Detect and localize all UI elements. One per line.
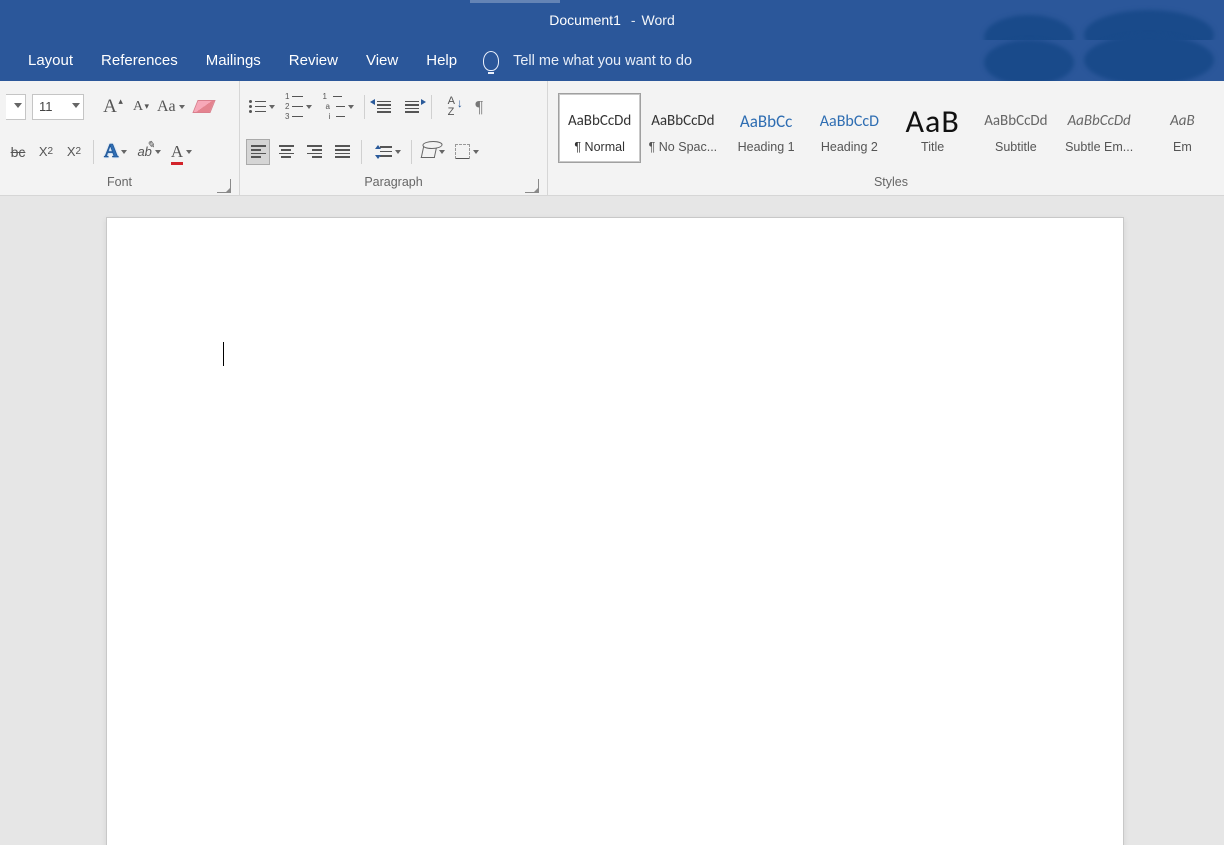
numbering-icon: 1 2 3 bbox=[285, 93, 303, 121]
group-label-paragraph: Paragraph bbox=[246, 171, 541, 195]
style-name: Em bbox=[1173, 140, 1192, 154]
group-paragraph: 1 2 3 1 a i bbox=[240, 81, 548, 195]
style-item[interactable]: AaBbCcDdSubtle Em... bbox=[1058, 93, 1141, 163]
style-preview: AaBbCc bbox=[740, 102, 792, 140]
divider bbox=[361, 140, 362, 164]
line-spacing-icon bbox=[372, 145, 392, 159]
font-size-combo[interactable]: 11 bbox=[32, 94, 84, 120]
strikethrough-button[interactable]: bc bbox=[6, 139, 30, 165]
clear-formatting-button[interactable] bbox=[192, 94, 216, 120]
style-item[interactable]: AaBbCcDdSubtitle bbox=[974, 93, 1057, 163]
eraser-icon bbox=[192, 100, 215, 113]
title-bar: Document1 - Word bbox=[0, 0, 1224, 40]
numbering-button[interactable]: 1 2 3 bbox=[282, 94, 315, 120]
tab-view[interactable]: View bbox=[352, 42, 412, 79]
shading-button[interactable] bbox=[419, 139, 448, 165]
group-font: 11 A A Aa bc X2 X2 A ab✎ A Font bbox=[0, 81, 240, 195]
paragraph-dialog-launcher[interactable] bbox=[525, 179, 539, 193]
pilcrow-icon: ¶ bbox=[475, 97, 483, 117]
app-name: Word bbox=[642, 12, 675, 28]
show-marks-button[interactable]: ¶ bbox=[467, 94, 491, 120]
grow-font-button[interactable]: A bbox=[98, 94, 122, 120]
font-name-combo[interactable] bbox=[6, 94, 26, 120]
font-size-value: 11 bbox=[39, 99, 53, 114]
sort-button[interactable]: A Z bbox=[439, 94, 463, 120]
align-center-button[interactable] bbox=[274, 139, 298, 165]
tab-help[interactable]: Help bbox=[412, 42, 471, 79]
ribbon-tabs: Layout References Mailings Review View H… bbox=[0, 40, 1224, 81]
group-label-font: Font bbox=[6, 171, 233, 195]
style-preview: AaBbCcDd bbox=[1067, 102, 1130, 140]
tab-layout[interactable]: Layout bbox=[14, 42, 87, 79]
styles-gallery[interactable]: AaBbCcDd¶ NormalAaBbCcDd¶ No Spac...AaBb… bbox=[558, 93, 1224, 165]
subscript-button[interactable]: X2 bbox=[34, 139, 58, 165]
divider bbox=[411, 140, 412, 164]
bullets-button[interactable] bbox=[246, 94, 278, 120]
style-name: Heading 2 bbox=[821, 140, 878, 154]
increase-indent-icon bbox=[405, 101, 419, 113]
tab-review[interactable]: Review bbox=[275, 42, 352, 79]
style-name: ¶ Normal bbox=[574, 140, 624, 154]
line-spacing-button[interactable] bbox=[369, 139, 404, 165]
decrease-indent-icon bbox=[377, 101, 391, 113]
group-label-styles: Styles bbox=[558, 171, 1224, 195]
tab-references[interactable]: References bbox=[87, 42, 192, 79]
document-area[interactable] bbox=[0, 196, 1224, 845]
tell-me-placeholder: Tell me what you want to do bbox=[513, 53, 692, 69]
style-item[interactable]: AaBbCcDHeading 2 bbox=[808, 93, 891, 163]
style-preview: AaBbCcDd bbox=[651, 102, 714, 140]
page[interactable] bbox=[106, 217, 1124, 845]
title-accent bbox=[470, 0, 770, 3]
style-item[interactable]: AaBTitle bbox=[891, 93, 974, 163]
ribbon: 11 A A Aa bc X2 X2 A ab✎ A Font bbox=[0, 81, 1224, 196]
tell-me-search[interactable]: Tell me what you want to do bbox=[483, 51, 692, 71]
align-left-button[interactable] bbox=[246, 139, 270, 165]
font-dialog-launcher[interactable] bbox=[217, 179, 231, 193]
style-item[interactable]: AaBbCcHeading 1 bbox=[725, 93, 808, 163]
align-center-icon bbox=[279, 145, 294, 157]
divider bbox=[364, 95, 365, 119]
superscript-button[interactable]: X2 bbox=[62, 139, 86, 165]
style-name: Heading 1 bbox=[738, 140, 795, 154]
style-preview: AaBbCcDd bbox=[984, 102, 1047, 140]
multilevel-icon: 1 a i bbox=[322, 93, 345, 121]
tab-mailings[interactable]: Mailings bbox=[192, 42, 275, 79]
align-right-icon bbox=[307, 145, 322, 157]
style-preview: AaB bbox=[1170, 102, 1195, 140]
style-preview: AaB bbox=[906, 102, 960, 140]
multilevel-list-button[interactable]: 1 a i bbox=[319, 94, 357, 120]
change-case-button[interactable]: Aa bbox=[154, 94, 188, 120]
sort-icon: A Z bbox=[448, 96, 455, 118]
style-name: ¶ No Spac... bbox=[649, 140, 718, 154]
borders-icon bbox=[455, 144, 470, 159]
decrease-indent-button[interactable] bbox=[372, 94, 396, 120]
divider bbox=[431, 95, 432, 119]
style-name: Subtle Em... bbox=[1065, 140, 1133, 154]
align-left-icon bbox=[251, 145, 266, 157]
bullets-icon bbox=[249, 100, 266, 113]
shrink-font-button[interactable]: A bbox=[126, 94, 150, 120]
align-right-button[interactable] bbox=[302, 139, 326, 165]
style-name: Subtitle bbox=[995, 140, 1037, 154]
style-item[interactable]: AaBEm bbox=[1141, 93, 1224, 163]
highlight-button[interactable]: ab✎ bbox=[134, 139, 163, 165]
style-preview: AaBbCcD bbox=[820, 102, 879, 140]
font-color-button[interactable]: A bbox=[168, 139, 195, 165]
style-item[interactable]: AaBbCcDd¶ No Spac... bbox=[641, 93, 724, 163]
style-preview: AaBbCcDd bbox=[568, 102, 631, 140]
style-item[interactable]: AaBbCcDd¶ Normal bbox=[558, 93, 641, 163]
lightbulb-icon bbox=[483, 51, 499, 71]
document-title: Document1 bbox=[549, 12, 621, 28]
justify-button[interactable] bbox=[330, 139, 354, 165]
style-name: Title bbox=[921, 140, 944, 154]
justify-icon bbox=[335, 145, 350, 157]
text-cursor bbox=[223, 342, 224, 366]
text-effects-button[interactable]: A bbox=[101, 139, 130, 165]
title-separator: - bbox=[631, 12, 636, 28]
divider bbox=[93, 140, 94, 164]
group-styles: AaBbCcDd¶ NormalAaBbCcDd¶ No Spac...AaBb… bbox=[548, 81, 1224, 195]
borders-button[interactable] bbox=[452, 139, 482, 165]
paint-bucket-icon bbox=[421, 146, 438, 158]
increase-indent-button[interactable] bbox=[400, 94, 424, 120]
